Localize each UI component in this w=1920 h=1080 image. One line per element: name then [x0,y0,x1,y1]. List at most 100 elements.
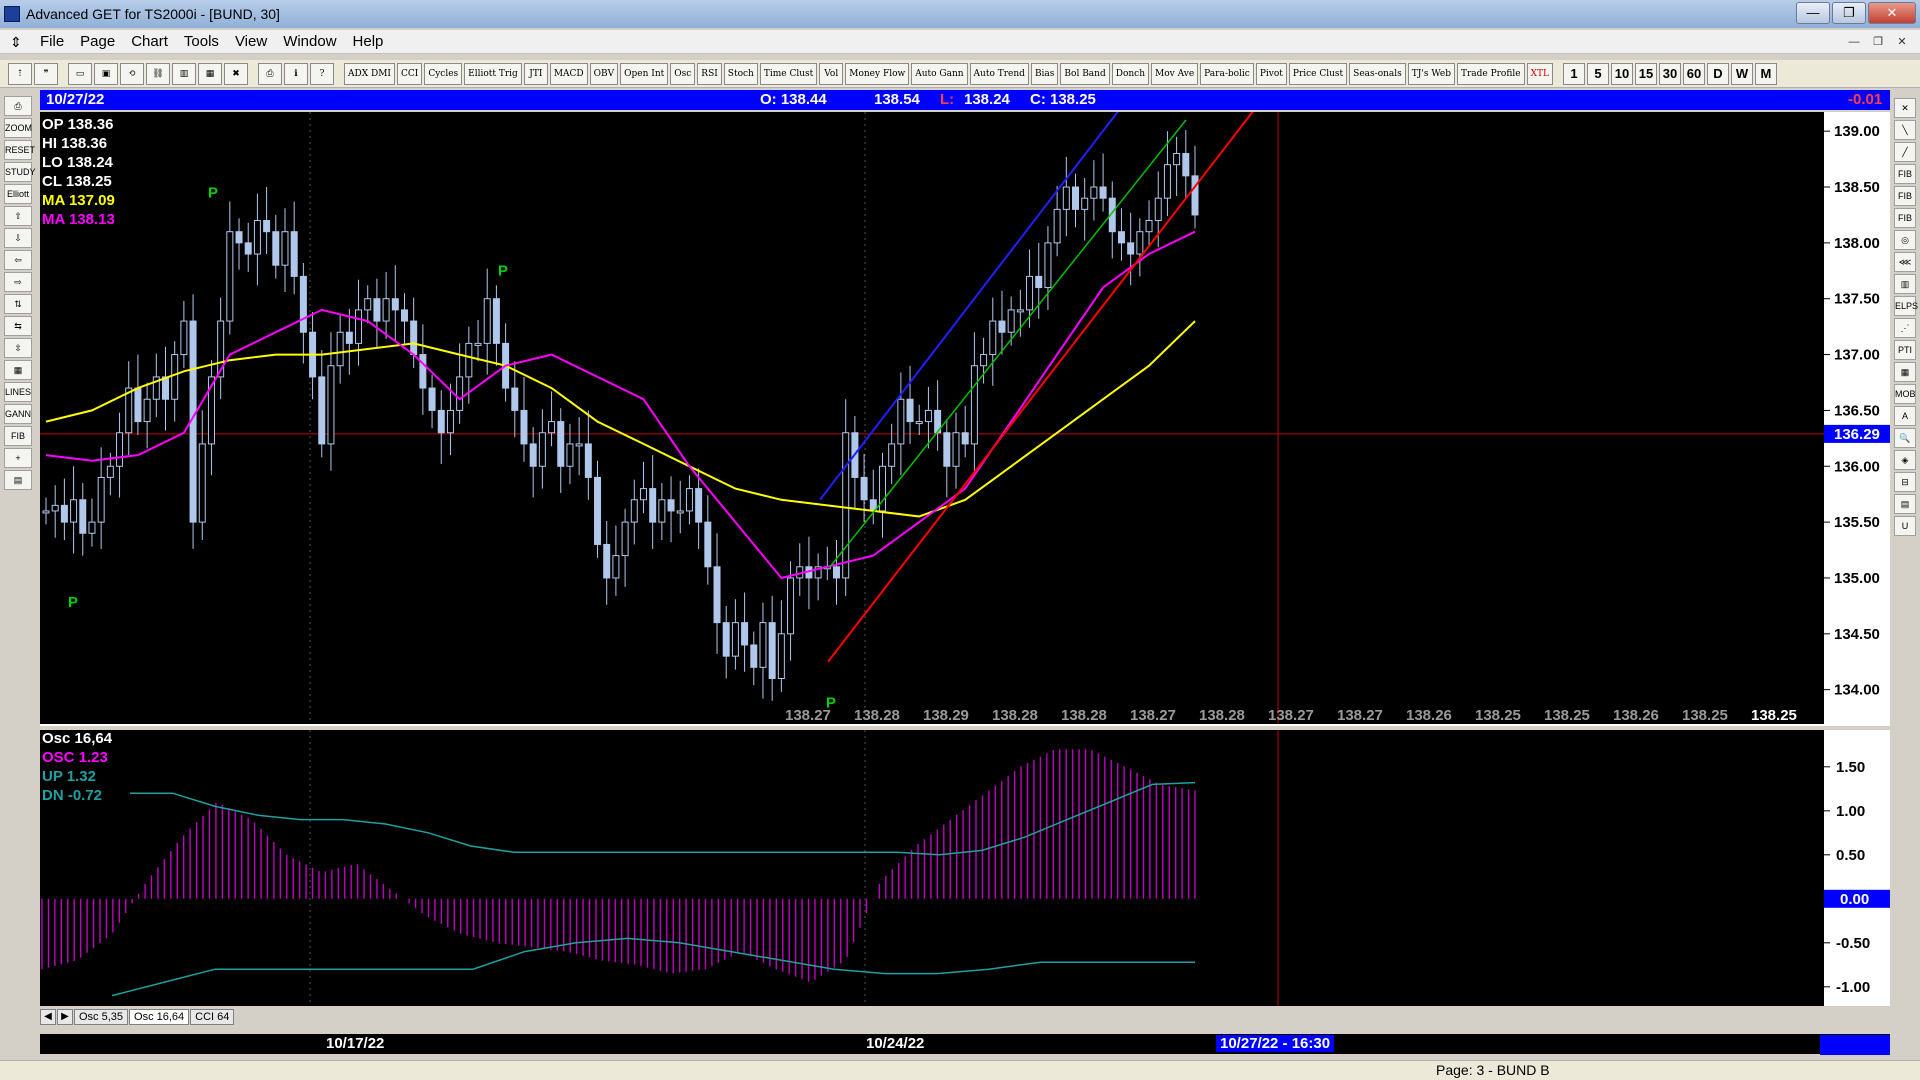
right-tool-button[interactable]: ▦ [1894,362,1916,382]
study-button[interactable]: CCI [396,62,423,85]
left-tool-button[interactable]: ⇧ [4,206,32,226]
menu-help[interactable]: Help [345,33,392,50]
right-tool-button[interactable]: ╱ [1894,142,1916,162]
study-button[interactable]: Bias [1030,62,1059,85]
close-button[interactable]: ✕ [1868,2,1916,24]
menu-chart[interactable]: Chart [123,33,176,50]
study-button[interactable]: Trade Profile [1456,62,1525,85]
right-tool-button[interactable]: ◈ [1894,450,1916,470]
price-chart[interactable]: 139.00 138.50 138.00 137.50 137.00 136.50 136.… [40,112,1890,726]
link-icon[interactable]: ⛓ [146,62,170,85]
tab-cci-64[interactable]: CCI 64 [190,1009,235,1025]
right-tool-button[interactable]: ▥ [1894,274,1916,294]
study-button[interactable]: Osc [670,62,696,85]
left-tool-button[interactable]: + [4,448,32,468]
menu-file[interactable]: File [32,33,72,50]
print-icon[interactable]: ⎙ [258,62,282,85]
quote-icon[interactable]: ❞ [34,62,58,85]
right-tool-button[interactable]: ✕ [1894,98,1916,118]
right-tool-button[interactable]: FIB EXT [1894,186,1916,219]
left-tool-button[interactable]: ⇩ [4,228,32,248]
interval-button[interactable]: 15 [1634,62,1657,85]
tab-osc-16-64[interactable]: Osc 16,64 [129,1009,190,1025]
right-tool-button[interactable]: A [1894,406,1916,426]
right-tool-button[interactable]: ⋰ [1894,318,1916,338]
delete-icon[interactable]: ✖ [224,62,248,85]
study-button[interactable]: Cycles [424,62,463,85]
interval-button[interactable]: W [1730,62,1753,85]
right-tool-button[interactable]: ◎ [1894,230,1916,250]
study-button[interactable]: Stoch [723,62,758,85]
left-tool-button[interactable]: STUDY [4,162,36,182]
study-button[interactable]: Bol Band [1060,62,1110,85]
refresh-icon[interactable]: ⟲ [120,62,144,85]
menu-view[interactable]: View [227,33,275,50]
interval-button[interactable]: M [1754,62,1777,85]
menu-tools[interactable]: Tools [176,33,227,50]
right-tool-button[interactable]: MOB [1894,384,1916,404]
study-button[interactable]: Vol [819,62,844,85]
menu-window[interactable]: Window [275,33,344,50]
right-tool-button[interactable]: ⋘ [1894,252,1916,272]
doc-minimize-icon[interactable]: — [1844,33,1864,51]
right-tool-button[interactable]: ▤ [1894,494,1916,514]
right-tool-button[interactable]: PTI [1894,340,1916,360]
tab-osc-5-35[interactable]: Osc 5,35 [74,1009,129,1025]
study-button[interactable]: Para-bolic [1200,62,1254,85]
left-tool-button[interactable]: ⇆ [4,316,32,336]
left-tool-button[interactable]: ⇨ [4,272,32,292]
left-tool-button[interactable]: Elliott [4,184,32,204]
left-tool-button[interactable]: ▦ [4,360,32,380]
left-tool-button[interactable]: ⇦ [4,250,32,270]
maximize-button[interactable]: ❐ [1832,2,1866,24]
study-button[interactable]: Price Clust [1288,62,1348,85]
left-tool-button[interactable]: RESET [4,140,35,160]
left-tool-button[interactable]: ZOOM [4,118,32,138]
study-button[interactable]: Time Clust [759,62,818,85]
right-tool-button[interactable]: U [1894,516,1916,536]
study-button[interactable]: MACD [549,62,588,85]
study-button[interactable]: Open Int [620,62,669,85]
study-button[interactable]: OBV [589,62,619,85]
interval-button[interactable]: 1 [1562,62,1585,85]
study-button[interactable]: TJ's Web [1407,62,1455,85]
study-button[interactable]: Seas-onals [1349,62,1406,85]
help-cursor-icon[interactable]: ? [310,62,334,85]
study-button[interactable]: Auto Trend [969,62,1029,85]
study-button[interactable]: Money Flow [845,62,910,85]
oscillator-panel[interactable]: 1.50 1.00 0.50 0.00 -0.50 -1.00 Osc 16,64 OSC… [40,730,1890,1006]
menu-page[interactable]: Page [72,33,123,50]
right-tool-button[interactable]: ╲ [1894,120,1916,140]
right-tool-button[interactable]: ⊟ [1894,472,1916,492]
left-tool-button[interactable]: ▤ [4,470,32,490]
study-button[interactable]: XTL [1526,62,1553,85]
doc-restore-icon[interactable]: ❐ [1868,33,1888,51]
study-button[interactable]: Elliott Trig [464,62,522,85]
copy-icon[interactable]: ▣ [94,62,118,85]
tab-next-icon[interactable]: ▶ [57,1009,73,1025]
minimize-button[interactable]: — [1796,2,1830,24]
pointer-icon[interactable]: ⇡ [8,62,32,85]
price-chart-panel[interactable]: 139.00 138.50 138.00 137.50 137.00 136.50 136.… [40,112,1890,726]
right-tool-button[interactable]: ELPS [1894,296,1918,316]
info-icon[interactable]: ℹ [284,62,308,85]
grid-icon[interactable]: ▦ [198,62,222,85]
study-button[interactable]: RSI [697,62,722,85]
left-tool-button[interactable]: ⎙ [4,96,32,116]
oscillator-chart[interactable]: 1.50 1.00 0.50 0.00 -0.50 -1.00 [40,730,1890,1006]
left-tool-button[interactable]: ⇳ [4,338,32,358]
study-button[interactable]: ADX DMI [344,62,395,85]
new-page-icon[interactable]: ▭ [68,62,92,85]
left-tool-button[interactable]: GANN [4,404,32,424]
right-tool-button[interactable]: FIB TIME [1894,208,1917,241]
study-button[interactable]: Donch [1111,62,1150,85]
study-button[interactable]: Pivot [1255,62,1287,85]
interval-button[interactable]: 5 [1586,62,1609,85]
interval-button[interactable]: 10 [1610,62,1633,85]
interval-button[interactable]: 30 [1658,62,1681,85]
doc-close-icon[interactable]: ✕ [1892,33,1912,51]
left-tool-button[interactable]: FIB [4,426,32,446]
study-button[interactable]: Mov Ave [1151,62,1199,85]
interval-button[interactable]: D [1706,62,1729,85]
left-tool-button[interactable]: LINES [4,382,32,402]
